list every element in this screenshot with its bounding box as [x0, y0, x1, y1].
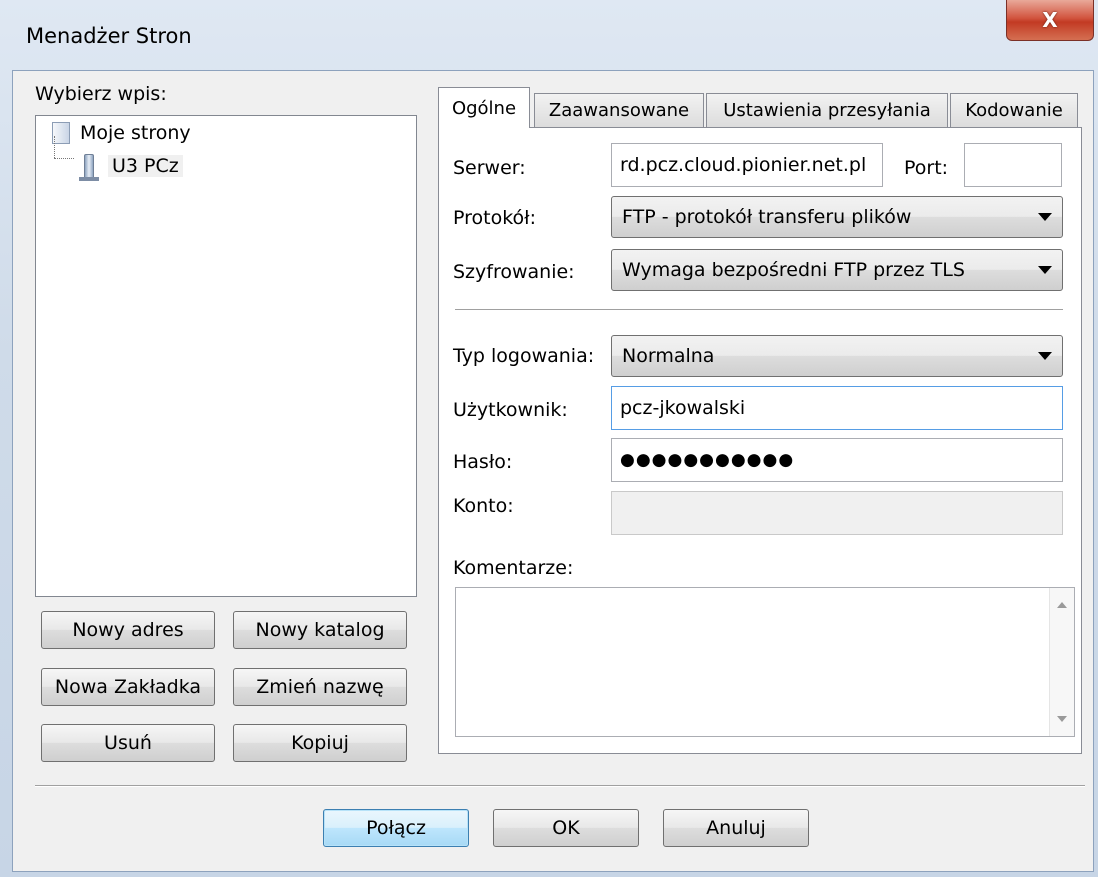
logon-type-value: Normalna — [622, 345, 715, 367]
site-tree[interactable]: Moje strony U3 PCz — [35, 115, 417, 597]
new-folder-button[interactable]: Nowy katalog — [233, 611, 407, 649]
chevron-down-icon — [1038, 266, 1052, 274]
separator — [455, 309, 1063, 311]
new-address-button[interactable]: Nowy adres — [41, 611, 215, 649]
password-label: Hasło: — [453, 451, 513, 473]
logon-type-label: Typ logowania: — [453, 345, 595, 367]
tab-charset[interactable]: Kodowanie — [950, 93, 1078, 127]
server-icon — [79, 154, 99, 181]
close-icon: X — [1042, 8, 1058, 32]
password-input[interactable]: ●●●●●●●●●●● — [611, 438, 1063, 482]
new-bookmark-button[interactable]: Nowa Zakładka — [41, 668, 215, 706]
scroll-up-icon[interactable] — [1057, 602, 1067, 608]
delete-button[interactable]: Usuń — [41, 724, 215, 762]
tree-item-label: U3 PCz — [108, 155, 183, 177]
comments-scrollbar[interactable] — [1049, 588, 1074, 736]
title-bar: Menadżer Stron X — [0, 0, 1098, 72]
tree-item-u3-pcz[interactable]: U3 PCz — [79, 154, 183, 181]
tree-connector — [54, 136, 55, 158]
server-label: Serwer: — [453, 157, 526, 179]
protocol-value: FTP - protokół transferu plików — [622, 206, 912, 228]
rename-button[interactable]: Zmień nazwę — [233, 668, 407, 706]
tree-connector — [54, 158, 74, 159]
connect-button[interactable]: Połącz — [323, 809, 469, 847]
logon-type-select[interactable]: Normalna — [611, 335, 1063, 377]
site-manager-window: Menadżer Stron X Wybierz wpis: Moje stro… — [0, 0, 1098, 877]
dialog-client-area: Wybierz wpis: Moje strony U3 PCz Nowy ad… — [12, 70, 1094, 872]
copy-button[interactable]: Kopiuj — [233, 724, 407, 762]
user-input[interactable]: pcz-jkowalski — [611, 386, 1063, 430]
protocol-select[interactable]: FTP - protokół transferu plików — [611, 196, 1063, 238]
ok-button[interactable]: OK — [493, 809, 639, 847]
comments-textarea[interactable] — [455, 587, 1075, 737]
tree-item-label: Moje strony — [80, 122, 191, 144]
port-input[interactable] — [964, 143, 1062, 187]
comments-label: Komentarze: — [453, 557, 574, 579]
window-title: Menadżer Stron — [26, 24, 192, 48]
server-input[interactable]: rd.pcz.cloud.pionier.net.pl — [611, 143, 883, 187]
select-entry-label: Wybierz wpis: — [35, 83, 167, 105]
chevron-down-icon — [1038, 352, 1052, 360]
tab-advanced[interactable]: Zaawansowane — [534, 93, 704, 127]
account-input — [611, 491, 1063, 535]
protocol-label: Protokół: — [453, 207, 536, 229]
encryption-label: Szyfrowanie: — [453, 261, 575, 283]
user-label: Użytkownik: — [453, 399, 568, 421]
port-label: Port: — [904, 157, 949, 179]
encryption-value: Wymaga bezpośredni FTP przez TLS — [622, 259, 965, 281]
tree-item-my-sites[interactable]: Moje strony — [52, 122, 191, 144]
tab-transfer-settings[interactable]: Ustawienia przesyłania — [706, 93, 948, 127]
account-label: Konto: — [453, 495, 514, 517]
footer-separator — [35, 785, 1085, 787]
close-button[interactable]: X — [1006, 0, 1094, 41]
scroll-down-icon[interactable] — [1057, 716, 1067, 722]
cancel-button[interactable]: Anuluj — [663, 809, 809, 847]
chevron-down-icon — [1038, 213, 1052, 221]
encryption-select[interactable]: Wymaga bezpośredni FTP przez TLS — [611, 249, 1063, 291]
tab-general[interactable]: Ogólne — [438, 87, 530, 128]
